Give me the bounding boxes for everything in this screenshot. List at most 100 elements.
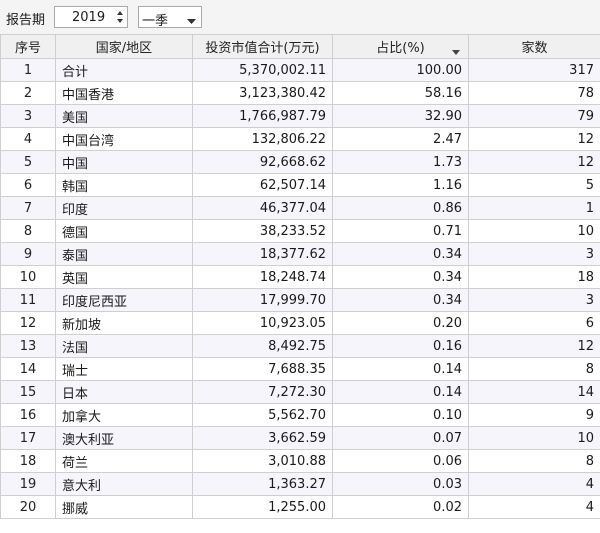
cell-country[interactable]: 中国台湾: [55, 127, 193, 151]
cell-no[interactable]: 2: [0, 81, 56, 105]
cell-market-value[interactable]: 3,662.59: [192, 426, 333, 450]
cell-market-value[interactable]: 1,766,987.79: [192, 104, 333, 128]
col-header-count[interactable]: 家数: [468, 34, 600, 59]
cell-count[interactable]: 12: [468, 150, 600, 174]
cell-no[interactable]: 8: [0, 219, 56, 243]
cell-no[interactable]: 4: [0, 127, 56, 151]
cell-count[interactable]: 4: [468, 472, 600, 496]
cell-no[interactable]: 11: [0, 288, 56, 312]
cell-ratio[interactable]: 0.14: [332, 380, 469, 404]
cell-market-value[interactable]: 132,806.22: [192, 127, 333, 151]
table-row[interactable]: 1 合计 5,370,002.11 100.00 317: [0, 58, 600, 82]
cell-country[interactable]: 中国香港: [55, 81, 193, 105]
cell-count[interactable]: 5: [468, 173, 600, 197]
table-row[interactable]: 18 荷兰 3,010.88 0.06 8: [0, 449, 600, 473]
cell-market-value[interactable]: 3,123,380.42: [192, 81, 333, 105]
year-value[interactable]: 2019: [72, 10, 105, 25]
cell-count[interactable]: 4: [468, 495, 600, 519]
cell-no[interactable]: 13: [0, 334, 56, 358]
col-header-market-value[interactable]: 投资市值合计(万元): [192, 34, 333, 59]
cell-no[interactable]: 10: [0, 265, 56, 289]
table-row[interactable]: 10 英国 18,248.74 0.34 18: [0, 265, 600, 289]
cell-country[interactable]: 瑞士: [55, 357, 193, 381]
cell-no[interactable]: 7: [0, 196, 56, 220]
cell-count[interactable]: 10: [468, 426, 600, 450]
cell-market-value[interactable]: 46,377.04: [192, 196, 333, 220]
cell-ratio[interactable]: 1.16: [332, 173, 469, 197]
cell-ratio[interactable]: 1.73: [332, 150, 469, 174]
cell-ratio[interactable]: 0.86: [332, 196, 469, 220]
cell-count[interactable]: 78: [468, 81, 600, 105]
cell-market-value[interactable]: 8,492.75: [192, 334, 333, 358]
cell-market-value[interactable]: 7,688.35: [192, 357, 333, 381]
cell-country[interactable]: 意大利: [55, 472, 193, 496]
cell-ratio[interactable]: 0.34: [332, 242, 469, 266]
cell-count[interactable]: 6: [468, 311, 600, 335]
cell-no[interactable]: 5: [0, 150, 56, 174]
cell-ratio[interactable]: 0.20: [332, 311, 469, 335]
cell-country[interactable]: 美国: [55, 104, 193, 128]
cell-no[interactable]: 14: [0, 357, 56, 381]
cell-ratio[interactable]: 0.07: [332, 426, 469, 450]
cell-market-value[interactable]: 1,255.00: [192, 495, 333, 519]
cell-country[interactable]: 日本: [55, 380, 193, 404]
table-row[interactable]: 3 美国 1,766,987.79 32.90 79: [0, 104, 600, 128]
cell-market-value[interactable]: 17,999.70: [192, 288, 333, 312]
cell-market-value[interactable]: 62,507.14: [192, 173, 333, 197]
table-row[interactable]: 9 泰国 18,377.62 0.34 3: [0, 242, 600, 266]
cell-ratio[interactable]: 32.90: [332, 104, 469, 128]
cell-country[interactable]: 中国: [55, 150, 193, 174]
table-row[interactable]: 16 加拿大 5,562.70 0.10 9: [0, 403, 600, 427]
cell-count[interactable]: 1: [468, 196, 600, 220]
cell-country[interactable]: 英国: [55, 265, 193, 289]
cell-country[interactable]: 法国: [55, 334, 193, 358]
cell-ratio[interactable]: 0.34: [332, 265, 469, 289]
cell-no[interactable]: 9: [0, 242, 56, 266]
cell-ratio[interactable]: 58.16: [332, 81, 469, 105]
cell-country[interactable]: 德国: [55, 219, 193, 243]
cell-country[interactable]: 挪威: [55, 495, 193, 519]
table-row[interactable]: 8 德国 38,233.52 0.71 10: [0, 219, 600, 243]
cell-no[interactable]: 12: [0, 311, 56, 335]
cell-market-value[interactable]: 5,370,002.11: [192, 58, 333, 82]
cell-count[interactable]: 3: [468, 242, 600, 266]
table-row[interactable]: 2 中国香港 3,123,380.42 58.16 78: [0, 81, 600, 105]
col-header-country[interactable]: 国家/地区: [55, 34, 193, 59]
cell-ratio[interactable]: 100.00: [332, 58, 469, 82]
cell-count[interactable]: 14: [468, 380, 600, 404]
cell-no[interactable]: 20: [0, 495, 56, 519]
cell-ratio[interactable]: 0.16: [332, 334, 469, 358]
cell-no[interactable]: 6: [0, 173, 56, 197]
cell-market-value[interactable]: 5,562.70: [192, 403, 333, 427]
cell-market-value[interactable]: 3,010.88: [192, 449, 333, 473]
table-row[interactable]: 4 中国台湾 132,806.22 2.47 12: [0, 127, 600, 151]
cell-no[interactable]: 15: [0, 380, 56, 404]
cell-no[interactable]: 1: [0, 58, 56, 82]
table-row[interactable]: 11 印度尼西亚 17,999.70 0.34 3: [0, 288, 600, 312]
cell-ratio[interactable]: 0.02: [332, 495, 469, 519]
cell-country[interactable]: 韩国: [55, 173, 193, 197]
cell-ratio[interactable]: 0.34: [332, 288, 469, 312]
cell-no[interactable]: 19: [0, 472, 56, 496]
year-spinner[interactable]: 2019: [54, 6, 128, 28]
col-header-ratio[interactable]: 占比(%): [332, 34, 469, 59]
table-row[interactable]: 7 印度 46,377.04 0.86 1: [0, 196, 600, 220]
cell-country[interactable]: 新加坡: [55, 311, 193, 335]
cell-market-value[interactable]: 38,233.52: [192, 219, 333, 243]
cell-country[interactable]: 澳大利亚: [55, 426, 193, 450]
table-row[interactable]: 19 意大利 1,363.27 0.03 4: [0, 472, 600, 496]
cell-ratio[interactable]: 0.10: [332, 403, 469, 427]
cell-count[interactable]: 3: [468, 288, 600, 312]
cell-country[interactable]: 印度: [55, 196, 193, 220]
arrow-up-icon[interactable]: [114, 8, 126, 17]
cell-count[interactable]: 12: [468, 127, 600, 151]
table-row[interactable]: 14 瑞士 7,688.35 0.14 8: [0, 357, 600, 381]
cell-ratio[interactable]: 0.14: [332, 357, 469, 381]
cell-market-value[interactable]: 92,668.62: [192, 150, 333, 174]
table-row[interactable]: 13 法国 8,492.75 0.16 12: [0, 334, 600, 358]
table-row[interactable]: 15 日本 7,272.30 0.14 14: [0, 380, 600, 404]
cell-no[interactable]: 16: [0, 403, 56, 427]
cell-country[interactable]: 荷兰: [55, 449, 193, 473]
table-row[interactable]: 17 澳大利亚 3,662.59 0.07 10: [0, 426, 600, 450]
table-row[interactable]: 6 韩国 62,507.14 1.16 5: [0, 173, 600, 197]
